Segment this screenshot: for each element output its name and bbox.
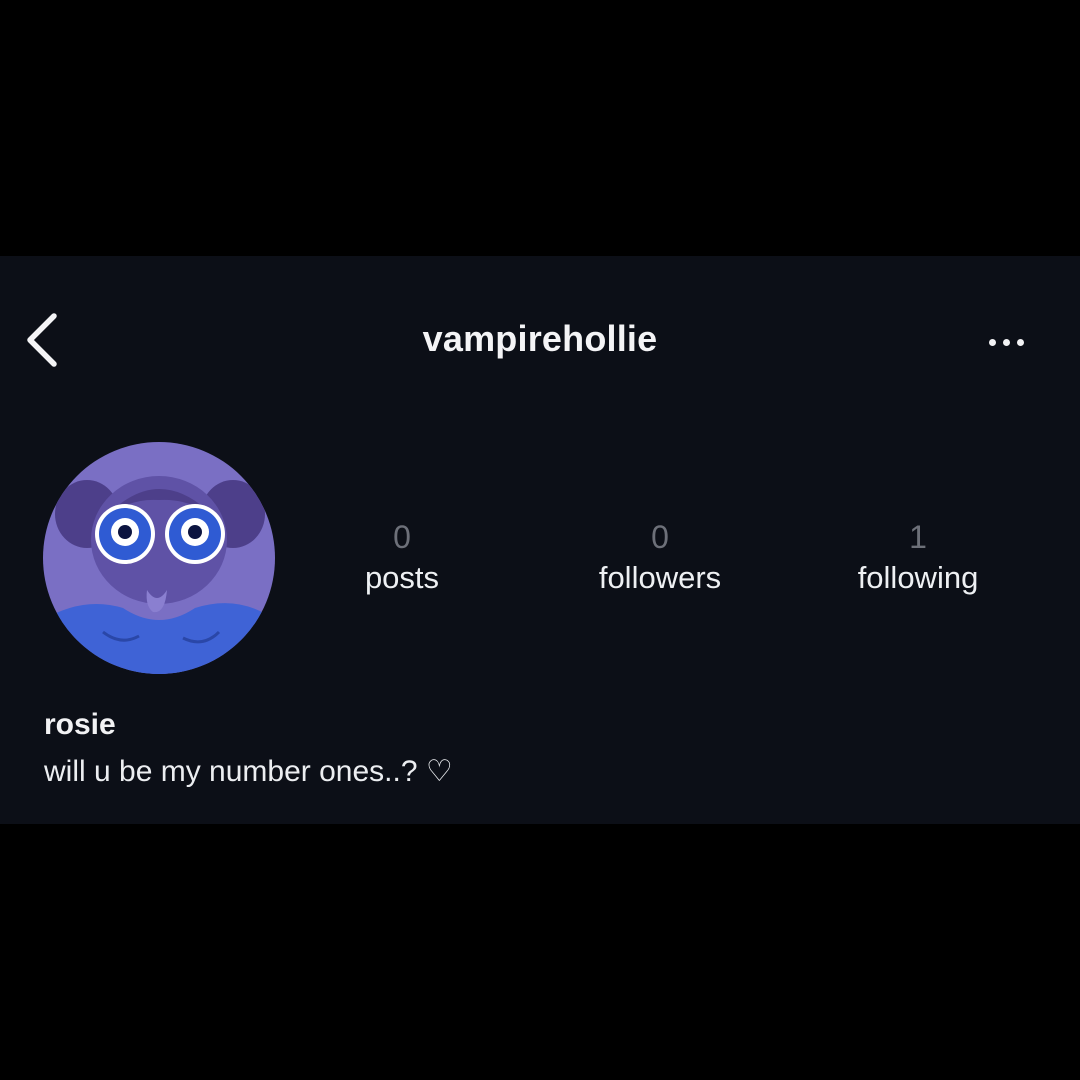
more-dot (1016, 338, 1024, 346)
following-stat[interactable]: 1 following (788, 516, 1048, 598)
avatar-cartoon-girl (43, 442, 275, 674)
profile-stats: 0 posts 0 followers 1 following (272, 516, 1052, 606)
followers-count: 0 (651, 519, 669, 555)
followers-stat[interactable]: 0 followers (530, 516, 790, 598)
more-dot (1002, 338, 1010, 346)
posts-count: 0 (393, 519, 411, 555)
profile-bio: will u be my number ones..? ♡ (44, 755, 453, 788)
posts-stat[interactable]: 0 posts (272, 516, 532, 598)
more-options-button[interactable] (978, 322, 1034, 362)
profile-username: vampirehollie (422, 318, 658, 359)
more-horizontal-icon (988, 338, 996, 346)
profile-display-name: rosie (44, 708, 116, 741)
top-navigation-bar: vampirehollie (0, 256, 1080, 426)
profile-screen: vampirehollie 0 posts 0 followers 1 foll… (0, 256, 1080, 824)
screenshot-frame: vampirehollie 0 posts 0 followers 1 foll… (0, 0, 1080, 1080)
following-count: 1 (909, 519, 927, 555)
posts-label: posts (364, 560, 440, 595)
following-label: following (857, 560, 979, 595)
profile-avatar[interactable] (43, 442, 275, 674)
followers-label: followers (598, 560, 722, 595)
